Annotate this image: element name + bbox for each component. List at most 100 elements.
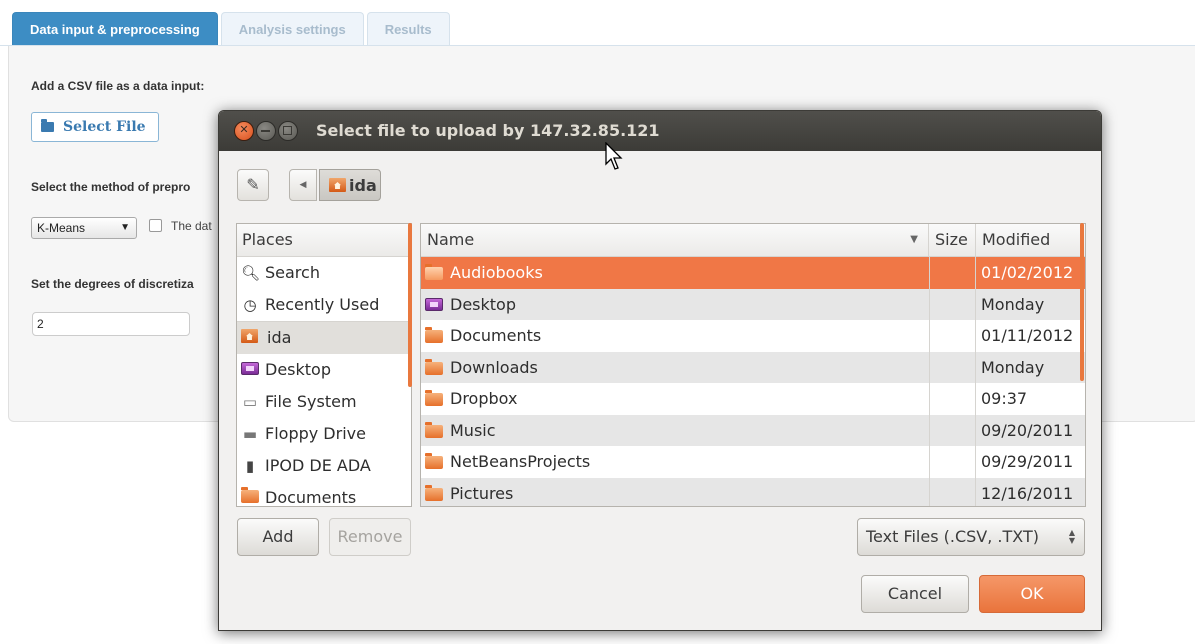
pictures-folder-icon bbox=[425, 484, 443, 501]
hard-drive-icon: ▭ bbox=[242, 393, 258, 411]
ok-button[interactable]: OK bbox=[979, 575, 1085, 613]
place-label: IPOD DE ADA bbox=[265, 456, 371, 475]
method-label: Select the method of prepro bbox=[31, 180, 191, 194]
file-row-desktop[interactable]: Desktop Monday bbox=[421, 288, 1085, 320]
discretization-input[interactable]: 2 bbox=[32, 312, 190, 336]
place-ipod[interactable]: ▮ IPOD DE ADA bbox=[237, 450, 411, 482]
path-back-button[interactable]: ◀ bbox=[289, 169, 317, 201]
search-icon: 🔍︎ bbox=[241, 264, 261, 282]
place-label: Floppy Drive bbox=[265, 424, 366, 443]
file-row-audiobooks[interactable]: Audiobooks 01/02/2012 bbox=[421, 257, 1085, 289]
file-modified: Monday bbox=[981, 294, 1045, 314]
home-folder-icon bbox=[241, 329, 261, 347]
column-name-header[interactable]: Name ▼ bbox=[421, 224, 929, 256]
downloads-folder-icon bbox=[425, 358, 443, 375]
place-label: Documents bbox=[265, 488, 357, 507]
file-size bbox=[929, 257, 976, 289]
place-file-system[interactable]: ▭ File System bbox=[237, 386, 411, 418]
file-row-dropbox[interactable]: Dropbox 09:37 bbox=[421, 383, 1085, 415]
dialog-titlebar[interactable]: Select file to upload by 147.32.85.121 bbox=[219, 111, 1101, 151]
file-modified: 01/02/2012 bbox=[981, 263, 1074, 282]
close-window-button[interactable] bbox=[234, 121, 254, 141]
maximize-window-button[interactable] bbox=[278, 121, 298, 141]
pencil-icon: ✎ bbox=[246, 175, 260, 194]
folder-icon bbox=[425, 264, 443, 280]
file-size bbox=[929, 351, 976, 383]
places-header[interactable]: Places bbox=[237, 224, 411, 257]
documents-folder-icon bbox=[425, 327, 443, 343]
path-crumb-ida[interactable]: ida bbox=[319, 169, 381, 201]
music-folder-icon bbox=[425, 421, 443, 438]
place-label: Recently Used bbox=[265, 295, 380, 314]
file-size bbox=[929, 383, 976, 415]
mouse-cursor-icon bbox=[605, 142, 623, 170]
csv-input-label: Add a CSV file as a data input: bbox=[31, 79, 205, 93]
file-row-documents[interactable]: Documents 01/11/2012 bbox=[421, 320, 1085, 352]
file-list-scrollbar[interactable] bbox=[1080, 223, 1084, 381]
file-modified: Monday bbox=[981, 357, 1045, 377]
documents-folder-icon bbox=[241, 487, 259, 506]
place-ida[interactable]: ida bbox=[237, 322, 411, 354]
file-name: Desktop bbox=[450, 294, 516, 314]
data-checkbox[interactable] bbox=[149, 219, 162, 232]
file-name: Dropbox bbox=[450, 389, 518, 408]
file-name: Pictures bbox=[450, 483, 514, 503]
tab-analysis-settings[interactable]: Analysis settings bbox=[220, 12, 364, 45]
remove-bookmark-button[interactable]: Remove bbox=[329, 518, 411, 556]
file-row-pictures[interactable]: Pictures 12/16/2011 bbox=[421, 477, 1085, 506]
file-modified: 01/11/2012 bbox=[981, 326, 1074, 345]
ipod-icon: ▮ bbox=[245, 457, 255, 475]
folder-icon bbox=[425, 390, 443, 406]
places-pane: Places 🔍︎ Search ◷ Recently Used ida Des… bbox=[236, 223, 412, 507]
method-value: K-Means bbox=[37, 221, 86, 235]
chevron-left-icon: ◀ bbox=[299, 180, 307, 190]
place-label: Search bbox=[265, 263, 320, 282]
spinner-arrows-icon: ▲ ▼ bbox=[1068, 528, 1075, 545]
select-file-button[interactable]: Select File bbox=[31, 112, 159, 142]
file-row-music[interactable]: Music 09/20/2011 bbox=[421, 414, 1085, 446]
file-name: Audiobooks bbox=[450, 263, 543, 282]
floppy-drive-icon: ▬ bbox=[242, 425, 258, 443]
column-modified-header[interactable]: Modified bbox=[976, 224, 1085, 256]
minimize-window-button[interactable] bbox=[256, 121, 276, 141]
tab-data-input[interactable]: Data input & preprocessing bbox=[12, 12, 218, 45]
place-label: ida bbox=[267, 328, 292, 347]
file-row-netbeansprojects[interactable]: NetBeansProjects 09/29/2011 bbox=[421, 446, 1085, 478]
checkbox-label: The dat bbox=[171, 219, 212, 233]
file-size bbox=[929, 477, 976, 506]
place-label: File System bbox=[265, 392, 357, 411]
add-bookmark-button[interactable]: Add bbox=[237, 518, 319, 556]
place-recently-used[interactable]: ◷ Recently Used bbox=[237, 289, 411, 321]
column-label: Name bbox=[427, 230, 475, 249]
desktop-icon bbox=[241, 361, 259, 379]
method-select[interactable]: K-Means ▼ bbox=[31, 217, 137, 239]
file-modified: 09:37 bbox=[981, 389, 1028, 408]
file-size bbox=[929, 446, 976, 478]
folder-icon bbox=[425, 453, 443, 469]
discretization-label: Set the degrees of discretiza bbox=[31, 277, 194, 291]
file-modified: 09/29/2011 bbox=[981, 452, 1074, 471]
folder-icon bbox=[41, 119, 54, 132]
tab-results[interactable]: Results bbox=[366, 12, 450, 45]
path-crumb-label: ida bbox=[349, 175, 377, 195]
file-type-filter[interactable]: Text Files (.CSV, .TXT) ▲ ▼ bbox=[857, 518, 1085, 556]
place-search[interactable]: 🔍︎ Search bbox=[237, 257, 411, 289]
place-desktop[interactable]: Desktop bbox=[237, 354, 411, 386]
file-name: Music bbox=[450, 420, 496, 440]
type-location-button[interactable]: ✎ bbox=[237, 169, 269, 201]
file-size bbox=[929, 288, 976, 320]
select-file-label: Select File bbox=[63, 119, 146, 135]
place-floppy-drive[interactable]: ▬ Floppy Drive bbox=[237, 418, 411, 450]
column-size-header[interactable]: Size bbox=[929, 224, 976, 256]
cancel-button[interactable]: Cancel bbox=[861, 575, 969, 613]
clock-icon: ◷ bbox=[243, 296, 257, 314]
place-documents[interactable]: Documents bbox=[237, 482, 411, 507]
desktop-icon bbox=[425, 297, 443, 311]
file-name: NetBeansProjects bbox=[450, 452, 591, 471]
file-modified: 09/20/2011 bbox=[981, 420, 1074, 440]
file-row-downloads[interactable]: Downloads Monday bbox=[421, 351, 1085, 383]
dropdown-arrow-icon: ▼ bbox=[120, 222, 130, 233]
file-size bbox=[929, 320, 976, 352]
place-label: Desktop bbox=[265, 360, 331, 379]
places-scrollbar[interactable] bbox=[408, 223, 412, 387]
